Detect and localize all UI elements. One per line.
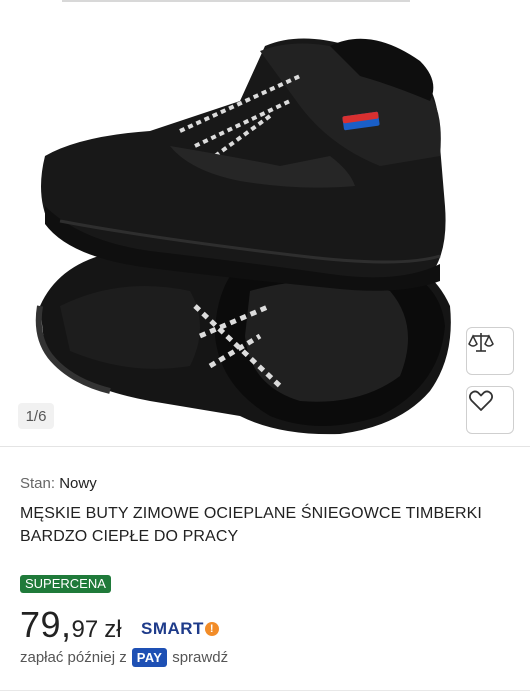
supercena-badge: SUPERCENA (20, 575, 111, 593)
condition-value: Nowy (59, 475, 97, 492)
upper-boot-shape (41, 38, 446, 291)
product-image-gallery[interactable]: 1/6 (0, 6, 530, 446)
price-decimals: 97 (71, 616, 99, 643)
product-title: MĘSKIE BUTY ZIMOWE OCIEPLANE ŚNIEGOWCE T… (20, 505, 482, 545)
price-integer: 79, (20, 604, 72, 645)
heart-icon (468, 390, 494, 411)
pay-check-link[interactable]: sprawdź (172, 649, 228, 666)
favorite-button[interactable] (466, 386, 514, 434)
smart-badge[interactable]: SMART ! (141, 619, 219, 639)
pay-badge: PAY (131, 648, 168, 667)
pay-later-text: zapłać później z (20, 649, 127, 666)
pay-later-row[interactable]: zapłać później z PAY sprawdź (20, 648, 228, 667)
smart-label: SMART (141, 619, 204, 638)
product-price: 79,97 zł (20, 604, 122, 646)
price-currency: zł (104, 616, 122, 643)
smart-alert-icon: ! (204, 622, 219, 636)
search-bar-edge (62, 0, 410, 2)
image-counter: 1/6 (18, 403, 54, 429)
condition-label: Stan: (20, 475, 56, 492)
section-divider (0, 446, 530, 447)
bottom-divider (0, 690, 530, 691)
boots-image (35, 38, 451, 435)
compare-button[interactable] (466, 327, 514, 375)
scales-icon (468, 333, 494, 352)
product-condition: Stan: Nowy (20, 475, 97, 492)
